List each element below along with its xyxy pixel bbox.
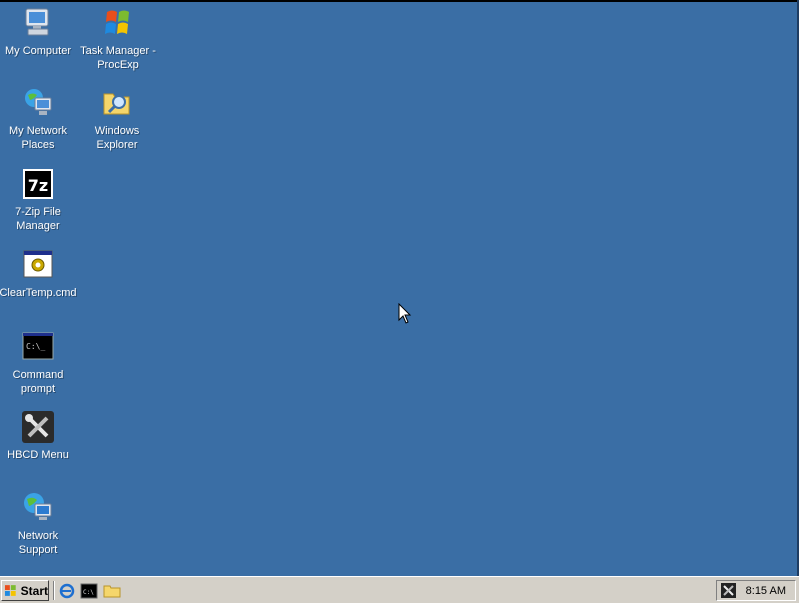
desktop-icon-task-manager[interactable]: Task Manager - ProcExp — [79, 6, 157, 72]
seven-zip-icon: 7z — [21, 167, 55, 201]
desktop-icon-label: ClearTemp.cmd — [0, 287, 77, 299]
desktop-icon-network-support[interactable]: Network Support — [0, 491, 77, 557]
desktop-icon-windows-explorer[interactable]: Windows Explorer — [78, 86, 156, 152]
process-explorer-icon — [101, 6, 135, 40]
screen-top-edge — [0, 0, 799, 2]
command-prompt-icon[interactable]: C:\ — [80, 582, 98, 600]
desktop-icon-label: 7-Zip File Manager — [15, 206, 61, 232]
mouse-cursor-icon — [398, 302, 412, 325]
windows-explorer-icon — [100, 86, 134, 120]
internet-explorer-icon[interactable] — [58, 582, 76, 600]
desktop-icon-label: Task Manager - ProcExp — [80, 45, 156, 71]
desktop-icon-label: HBCD Menu — [7, 449, 69, 461]
tray-tools-icon[interactable] — [721, 583, 736, 598]
desktop-icon-label: Windows Explorer — [94, 125, 140, 151]
desktop-icon-label: Command prompt — [12, 369, 64, 395]
desktop-icon-my-computer[interactable]: My Computer — [0, 6, 77, 58]
batch-file-icon — [21, 248, 55, 282]
windows-explorer-icon[interactable] — [103, 582, 121, 600]
tools-icon — [21, 410, 55, 444]
desktop-icon-hbcd-menu[interactable]: HBCD Menu — [0, 410, 77, 462]
command-prompt-icon: C:\_ — [21, 330, 55, 364]
taskbar: Start C:\ 8:15 AM — [0, 576, 799, 603]
desktop-icon-cleartemp[interactable]: ClearTemp.cmd — [0, 248, 77, 300]
desktop-icon-command-prompt[interactable]: C:\_ Command prompt — [0, 330, 77, 396]
start-button[interactable]: Start — [1, 580, 49, 601]
taskbar-clock[interactable]: 8:15 AM — [746, 585, 786, 597]
svg-text:C:\_: C:\_ — [26, 342, 45, 351]
taskbar-separator — [53, 581, 55, 600]
windows-logo-icon — [4, 584, 16, 596]
desktop-icon-label: My Computer — [4, 45, 72, 57]
network-support-icon — [21, 491, 55, 525]
desktop-icon-label: Network Support — [17, 530, 59, 556]
desktop-icon-my-network-places[interactable]: My Network Places — [0, 86, 77, 152]
my-computer-icon — [21, 6, 55, 40]
svg-text:C:\: C:\ — [83, 589, 94, 596]
start-label: Start — [20, 583, 48, 598]
desktop-icon-label: My Network Places — [8, 125, 68, 151]
network-places-icon — [21, 86, 55, 120]
desktop-icon-7zip[interactable]: 7z 7-Zip File Manager — [0, 167, 77, 233]
system-tray: 8:15 AM — [716, 580, 796, 601]
svg-text:7z: 7z — [28, 176, 48, 195]
